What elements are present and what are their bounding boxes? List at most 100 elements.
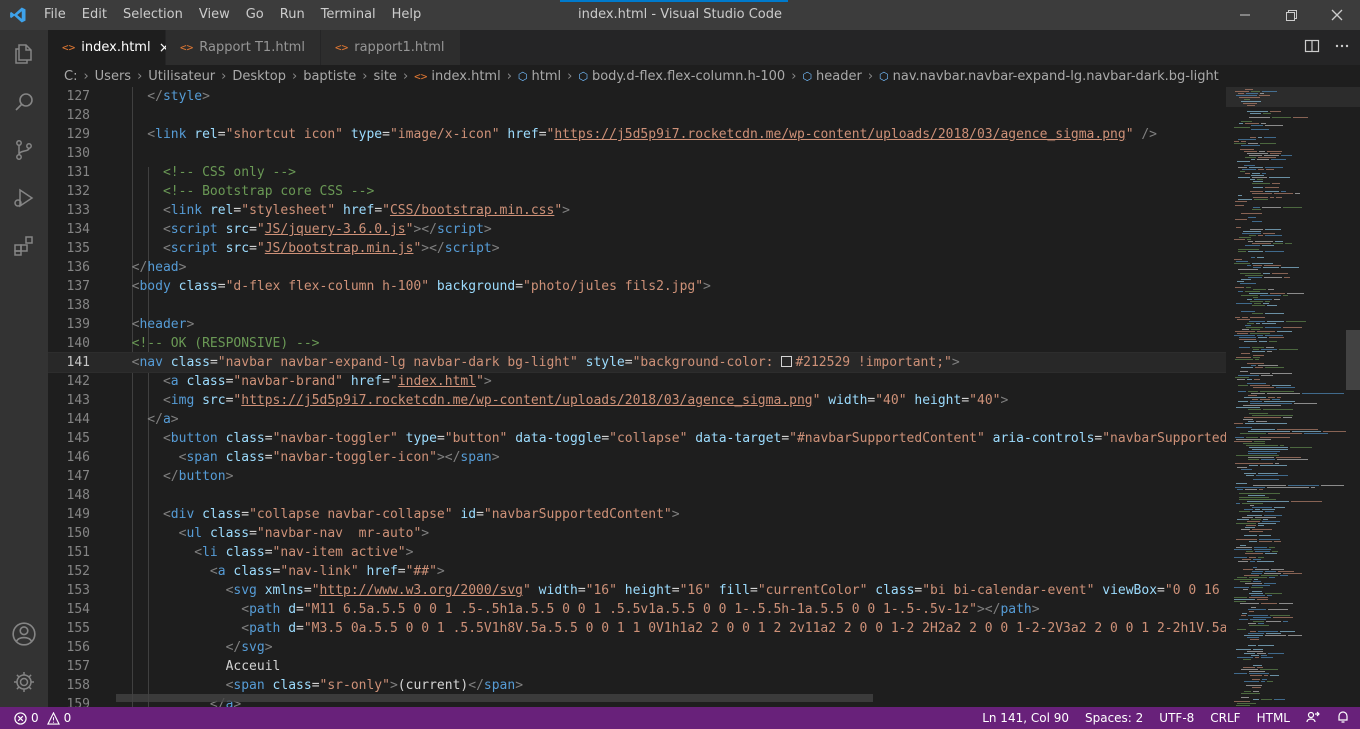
vertical-scrollbar[interactable] bbox=[1346, 330, 1360, 390]
explorer-icon[interactable] bbox=[0, 30, 48, 78]
breadcrumb-item[interactable]: Users bbox=[95, 69, 131, 84]
menu-terminal[interactable]: Terminal bbox=[313, 0, 384, 30]
code-line[interactable]: 146 <span class="navbar-toggler-icon"></… bbox=[48, 448, 1226, 467]
code-line[interactable]: 150 <ul class="navbar-nav mr-auto"> bbox=[48, 524, 1226, 543]
color-swatch[interactable] bbox=[781, 356, 793, 367]
minimap-line bbox=[1240, 171, 1245, 172]
code-line[interactable]: 131 <!-- CSS only --> bbox=[48, 163, 1226, 182]
minimap-line bbox=[1265, 327, 1281, 328]
line-code: <!-- CSS only --> bbox=[116, 163, 296, 182]
cursor-position[interactable]: Ln 141, Col 90 bbox=[982, 711, 1069, 725]
settings-gear-icon[interactable] bbox=[0, 658, 48, 706]
code-line[interactable]: 158 <span class="sr-only">(current)</spa… bbox=[48, 676, 1226, 695]
minimize-button[interactable] bbox=[1222, 0, 1268, 30]
line-code: </head> bbox=[116, 258, 187, 277]
menu-run[interactable]: Run bbox=[272, 0, 313, 30]
element-icon: ⬡ bbox=[517, 69, 528, 83]
breadcrumb-item[interactable]: baptiste bbox=[303, 69, 356, 84]
tab-index-html[interactable]: <> index.html × bbox=[48, 30, 170, 65]
close-window-button[interactable] bbox=[1314, 0, 1360, 30]
minimap-line bbox=[1283, 295, 1288, 296]
menu-help[interactable]: Help bbox=[384, 0, 430, 30]
code-line[interactable]: 149 <div class="collapse navbar-collapse… bbox=[48, 505, 1226, 524]
code-line[interactable]: 151 <li class="nav-item active"> bbox=[48, 543, 1226, 562]
code-line[interactable]: 133 <link rel="stylesheet" href="CSS/boo… bbox=[48, 201, 1226, 220]
extensions-icon[interactable] bbox=[0, 222, 48, 270]
tab-rapport1[interactable]: <> rapport1.html bbox=[321, 30, 461, 65]
code-token: > bbox=[389, 678, 398, 693]
code-line[interactable]: 156 </svg> bbox=[48, 638, 1226, 657]
breadcrumb-item[interactable]: html bbox=[532, 69, 562, 84]
restore-button[interactable] bbox=[1268, 0, 1314, 30]
problems-indicator[interactable]: 0 0 bbox=[0, 711, 71, 725]
minimap-line bbox=[1234, 601, 1246, 602]
code-line[interactable]: 141 <nav class="navbar navbar-expand-lg … bbox=[48, 352, 1226, 373]
minimap[interactable] bbox=[1226, 87, 1360, 707]
code-line[interactable]: 138 bbox=[48, 296, 1226, 315]
language-mode[interactable]: HTML bbox=[1257, 711, 1290, 725]
notifications-bell-icon[interactable] bbox=[1336, 710, 1350, 727]
menu-file[interactable]: File bbox=[36, 0, 74, 30]
code-line[interactable]: 145 <button class="navbar-toggler" type=… bbox=[48, 429, 1226, 448]
minimap-line bbox=[1260, 399, 1270, 400]
code-line[interactable]: 128 bbox=[48, 106, 1226, 125]
tab-rapport-t1[interactable]: <> Rapport T1.html bbox=[166, 30, 321, 65]
breadcrumb-item[interactable]: header bbox=[816, 69, 862, 84]
code-line[interactable]: 144 </a> bbox=[48, 410, 1226, 429]
code-line[interactable]: 139 <header> bbox=[48, 315, 1226, 334]
minimap-line bbox=[1259, 151, 1265, 152]
code-line[interactable]: 155 <path d="M3.5 0a.5.5 0 0 1 .5.5V1h8V… bbox=[48, 619, 1226, 638]
code-token: class bbox=[225, 545, 265, 560]
code-line[interactable]: 137 <body class="d-flex flex-column h-10… bbox=[48, 277, 1226, 296]
minimap-line bbox=[1247, 363, 1264, 364]
code-line[interactable]: 152 <a class="nav-link" href="##"> bbox=[48, 562, 1226, 581]
menu-selection[interactable]: Selection bbox=[115, 0, 191, 30]
search-icon[interactable] bbox=[0, 78, 48, 126]
code-line[interactable]: 140 <!-- OK (RESPONSIVE) --> bbox=[48, 334, 1226, 353]
indentation[interactable]: Spaces: 2 bbox=[1085, 711, 1143, 725]
split-editor-icon[interactable] bbox=[1304, 38, 1320, 58]
code-line[interactable]: 135 <script src="JS/bootstrap.min.js"></… bbox=[48, 239, 1226, 258]
breadcrumb-item[interactable]: C: bbox=[64, 69, 77, 84]
more-actions-icon[interactable] bbox=[1334, 38, 1350, 58]
breadcrumb-item[interactable]: body.d-flex.flex-column.h-100 bbox=[592, 69, 785, 84]
code-line[interactable]: 130 bbox=[48, 144, 1226, 163]
code-line[interactable]: 134 <script src="JS/jquery-3.6.0.js"></s… bbox=[48, 220, 1226, 239]
breadcrumb-item[interactable]: nav.navbar.navbar-expand-lg.navbar-dark.… bbox=[893, 69, 1219, 84]
minimap-line bbox=[1264, 583, 1276, 584]
account-icon[interactable] bbox=[0, 610, 48, 658]
code-line[interactable]: 153 <svg xmlns="http://www.w3.org/2000/s… bbox=[48, 581, 1226, 600]
code-line[interactable]: 142 <a class="navbar-brand" href="index.… bbox=[48, 372, 1226, 391]
breadcrumb-item[interactable]: Utilisateur bbox=[148, 69, 215, 84]
source-control-icon[interactable] bbox=[0, 126, 48, 174]
end-of-line[interactable]: CRLF bbox=[1210, 711, 1240, 725]
encoding[interactable]: UTF-8 bbox=[1159, 711, 1194, 725]
code-line[interactable]: 143 <img src = "https://j5d5p9i7.rocketcdn… bbox=[48, 391, 1226, 410]
code-editor[interactable]: 127 </style> 128 129 <link rel="shortcut i… bbox=[48, 87, 1226, 707]
menu-view[interactable]: View bbox=[191, 0, 238, 30]
code-token: class bbox=[875, 583, 915, 598]
minimap-line bbox=[1251, 257, 1255, 258]
code-token: = bbox=[577, 583, 586, 598]
minimap-line bbox=[1240, 545, 1246, 546]
code-line[interactable]: 148 bbox=[48, 486, 1226, 505]
minimap-line bbox=[1254, 441, 1265, 442]
code-line[interactable]: 132 <!-- Bootstrap core CSS --> bbox=[48, 182, 1226, 201]
code-line[interactable]: 127 </style> bbox=[48, 87, 1226, 106]
breadcrumb-item[interactable]: Desktop bbox=[232, 69, 286, 84]
code-line[interactable]: 157 Acceuil bbox=[48, 657, 1226, 676]
code-line[interactable]: 136 </head> bbox=[48, 258, 1226, 277]
horizontal-scrollbar[interactable] bbox=[116, 694, 873, 702]
run-debug-icon[interactable] bbox=[0, 174, 48, 222]
minimap-line bbox=[1273, 617, 1293, 618]
menu-go[interactable]: Go bbox=[238, 0, 272, 30]
code-line[interactable]: 154 <path d="M11 6.5a.5.5 0 0 1 .5-.5h1a… bbox=[48, 600, 1226, 619]
code-line[interactable]: 147 </button> bbox=[48, 467, 1226, 486]
menu-edit[interactable]: Edit bbox=[74, 0, 115, 30]
breadcrumb-item[interactable]: site bbox=[373, 69, 396, 84]
breadcrumb-item[interactable]: index.html bbox=[431, 69, 500, 84]
minimap-line bbox=[1243, 443, 1265, 444]
code-line[interactable]: 129 <link rel="shortcut icon" type="imag… bbox=[48, 125, 1226, 144]
live-share-icon[interactable] bbox=[1306, 710, 1320, 727]
minimap-line bbox=[1258, 523, 1276, 524]
